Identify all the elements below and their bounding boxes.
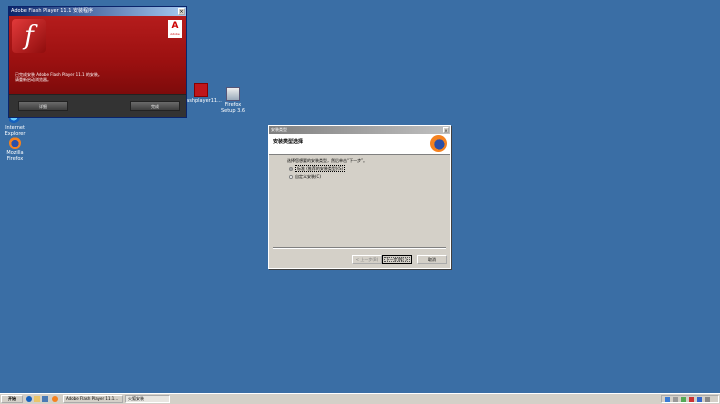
flash-installer-window: Adobe Flash Player 11.1 安装程序 × f A Adobe … bbox=[8, 6, 187, 118]
firefox-icon bbox=[9, 137, 21, 149]
title-bar[interactable]: Adobe Flash Player 11.1 安装程序 × bbox=[9, 7, 186, 16]
dialog-header: 安装类型选择 bbox=[269, 134, 450, 155]
cancel-button[interactable]: 取消 bbox=[417, 255, 447, 264]
radio-label: 自定义安装(C) bbox=[295, 174, 321, 179]
close-button[interactable]: × bbox=[443, 127, 449, 133]
flash-installer-icon bbox=[194, 83, 208, 97]
window-title: 安装类型 bbox=[271, 127, 287, 132]
flash-logo-icon: f bbox=[12, 19, 46, 53]
quicklaunch-firefox-icon[interactable] bbox=[52, 396, 58, 402]
taskbar-button-firefox-setup[interactable]: 火狐安装 bbox=[125, 395, 170, 403]
desktop-icon-label: Mozilla Firefox bbox=[6, 150, 24, 162]
header-title: 安装类型选择 bbox=[273, 139, 304, 145]
flash-banner: f A Adobe 已完成安装 Adobe Flash Player 11.1 的… bbox=[9, 16, 186, 94]
volume-icon[interactable] bbox=[673, 397, 678, 402]
quicklaunch-ie-icon[interactable] bbox=[26, 396, 32, 402]
usb-icon[interactable] bbox=[705, 397, 710, 402]
radio-standard[interactable]: 标准 (推荐的安装类型)(S) bbox=[289, 165, 346, 172]
taskbar: 开始 Adobe Flash Player 11.1... 火狐安装 bbox=[0, 393, 720, 404]
desktop-icon-label: flashplayer11... bbox=[183, 98, 222, 104]
setup-type-prompt: 选择您想要的安装类型，然后单击“下一步”。 bbox=[287, 158, 368, 163]
shield-icon[interactable] bbox=[681, 397, 686, 402]
window-title: Adobe Flash Player 11.1 安装程序 bbox=[11, 8, 93, 14]
desktop-icon-label: Internet Explorer bbox=[4, 125, 26, 137]
language-icon[interactable] bbox=[697, 397, 702, 402]
desktop-icon-firefox-setup[interactable]: Firefox Setup 3.6 bbox=[218, 87, 248, 114]
desktop-icon-firefox[interactable]: Mozilla Firefox bbox=[0, 137, 30, 162]
firefox-setup-dialog: 安装类型 × 安装类型选择 选择您想要的安装类型，然后单击“下一步”。 标准 (… bbox=[268, 125, 451, 269]
title-bar[interactable]: 安装类型 × bbox=[269, 126, 450, 134]
radio-button-icon bbox=[289, 167, 293, 171]
finish-button[interactable]: 完成 bbox=[130, 101, 180, 111]
divider bbox=[273, 247, 446, 249]
quicklaunch-desktop-icon[interactable] bbox=[34, 396, 40, 402]
network-icon[interactable] bbox=[665, 397, 670, 402]
back-button[interactable]: < 上一步(B) bbox=[352, 255, 382, 264]
alert-icon[interactable] bbox=[689, 397, 694, 402]
next-button[interactable]: 下一步(N) > bbox=[382, 255, 412, 264]
desktop-icon-flash-installer[interactable]: flashplayer11... bbox=[183, 83, 222, 104]
taskbar-button-flash[interactable]: Adobe Flash Player 11.1... bbox=[63, 395, 123, 403]
start-button[interactable]: 开始 bbox=[1, 395, 23, 403]
quicklaunch-folder-icon[interactable] bbox=[42, 396, 48, 402]
radio-custom[interactable]: 自定义安装(C) bbox=[289, 174, 321, 180]
firefox-logo-icon bbox=[430, 135, 447, 152]
radio-button-icon bbox=[289, 175, 293, 179]
start-label: 开始 bbox=[8, 396, 16, 401]
radio-label: 标准 (推荐的安装类型)(S) bbox=[295, 165, 346, 172]
flash-footer: 详细 完成 bbox=[9, 95, 186, 117]
adobe-logo-icon: A Adobe bbox=[168, 20, 182, 38]
desktop-icon-label: Firefox Setup 3.6 bbox=[220, 102, 246, 114]
details-button[interactable]: 详细 bbox=[18, 101, 68, 111]
close-icon: × bbox=[444, 128, 448, 133]
close-button[interactable]: × bbox=[178, 8, 185, 15]
close-icon: × bbox=[179, 9, 184, 15]
install-complete-message: 已完成安装 Adobe Flash Player 11.1 的安装。 请重新启动… bbox=[15, 72, 102, 82]
setup-icon bbox=[226, 87, 240, 101]
system-tray bbox=[661, 395, 719, 403]
